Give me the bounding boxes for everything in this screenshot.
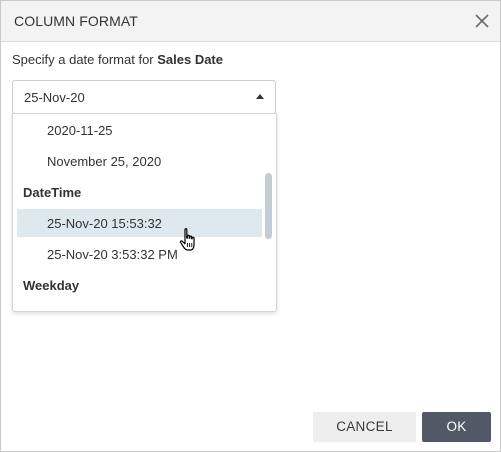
- caret-up-icon: [256, 94, 264, 99]
- dropdown-item-datetime-12h[interactable]: 25-Nov-20 3:53:32 PM: [17, 240, 262, 268]
- dropdown-scrollbar-thumb[interactable]: [265, 173, 272, 239]
- format-dropdown-list: 2020-11-25 November 25, 2020 DateTime 25…: [12, 113, 277, 312]
- prompt-text: Specify a date format for: [12, 52, 158, 67]
- dropdown-item-iso-date[interactable]: 2020-11-25: [17, 116, 262, 144]
- select-value: 25-Nov-20: [24, 90, 85, 105]
- format-prompt: Specify a date format for Sales Date: [12, 52, 223, 67]
- dropdown-item-datetime-24h[interactable]: 25-Nov-20 15:53:32: [17, 209, 262, 237]
- prompt-field-name: Sales Date: [157, 52, 223, 67]
- close-icon: [475, 14, 489, 28]
- dropdown-item-label: 2020-11-25: [47, 123, 113, 138]
- dialog-titlebar: COLUMN FORMAT: [1, 1, 500, 42]
- dropdown-item-label: 25-Nov-20 15:53:32: [47, 216, 162, 231]
- date-format-select[interactable]: 25-Nov-20: [12, 80, 276, 114]
- close-button[interactable]: [470, 9, 494, 33]
- dropdown-item-label: 25-Nov-20 3:53:32 PM: [47, 247, 178, 262]
- column-format-dialog: COLUMN FORMAT Specify a date format for …: [0, 0, 501, 452]
- dropdown-item-label: November 25, 2020: [47, 154, 162, 169]
- ok-button[interactable]: OK: [422, 412, 491, 442]
- dropdown-group-datetime: DateTime: [23, 185, 82, 200]
- dialog-title: COLUMN FORMAT: [14, 13, 138, 29]
- dropdown-item-long-date[interactable]: November 25, 2020: [17, 147, 262, 175]
- cancel-button[interactable]: CANCEL: [313, 412, 416, 442]
- dropdown-group-weekday: Weekday: [23, 278, 80, 293]
